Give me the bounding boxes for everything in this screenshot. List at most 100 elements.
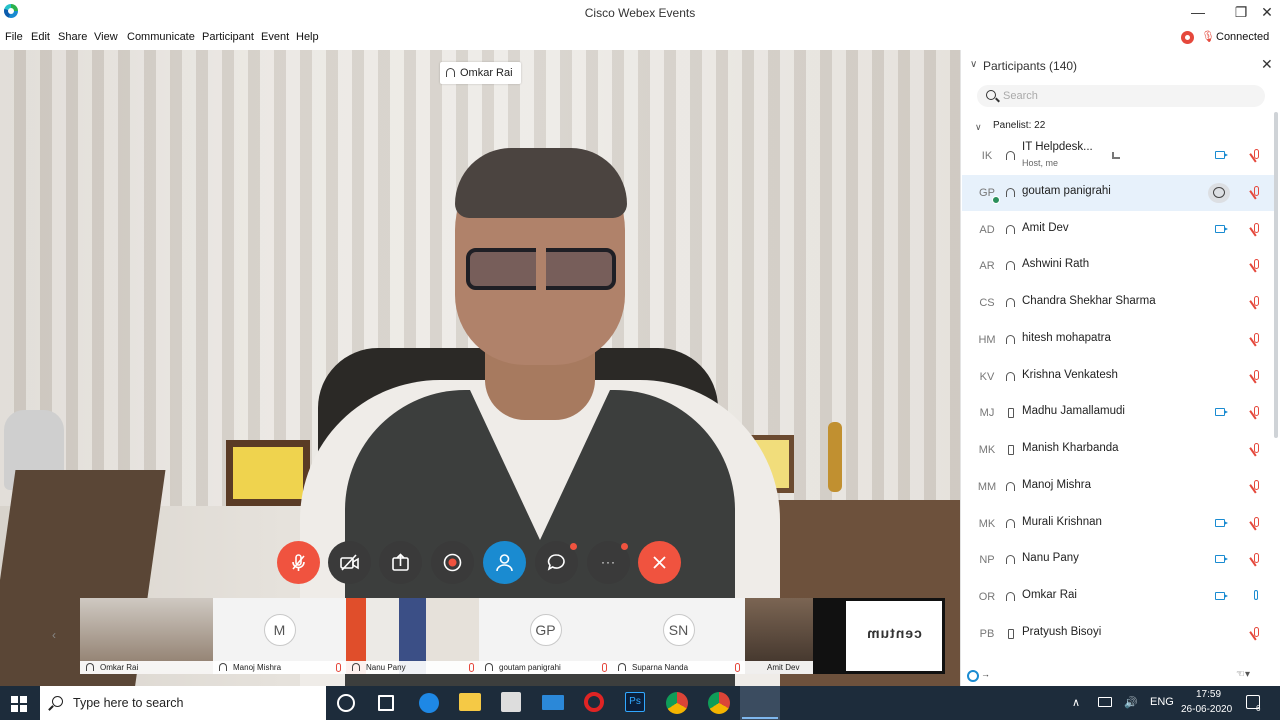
headset-icon <box>485 663 493 671</box>
filmstrip-tile-manoj[interactable]: M Manoj Mishra <box>213 598 346 674</box>
menu-help[interactable]: Help <box>296 31 319 43</box>
menu-share[interactable]: Share <box>58 31 87 43</box>
mic-muted-icon[interactable] <box>1254 332 1259 343</box>
video-button[interactable] <box>328 541 371 584</box>
video-camera-icon[interactable] <box>1215 592 1228 600</box>
mic-muted-icon[interactable] <box>1254 185 1259 196</box>
participant-row[interactable]: GP goutam panigrahi <box>962 174 1274 211</box>
video-camera-icon[interactable] <box>1215 408 1228 417</box>
opera-icon[interactable] <box>584 692 604 712</box>
mic-muted-icon[interactable] <box>1254 479 1259 490</box>
clock-date[interactable]: 26-06-2020 <box>1181 704 1232 715</box>
battery-icon[interactable] <box>1098 697 1112 707</box>
participant-row[interactable]: NP Nanu Pany <box>962 542 1274 578</box>
expand-arrow-icon[interactable]: → <box>981 669 990 679</box>
mic-muted-icon <box>735 663 740 672</box>
close-panel-button[interactable]: ✕ <box>1261 56 1273 73</box>
participants-button[interactable] <box>483 541 526 584</box>
group-chevron-icon[interactable]: ∨ <box>975 122 982 133</box>
record-button[interactable] <box>431 541 474 584</box>
participant-row[interactable]: OR Omkar Rai <box>962 579 1274 615</box>
mic-muted-icon[interactable] <box>1254 516 1259 527</box>
close-window-button[interactable]: ✕ <box>1252 2 1280 22</box>
menu-event[interactable]: Event <box>261 31 289 43</box>
search-box[interactable] <box>977 85 1265 107</box>
participant-row[interactable]: CS Chandra Shekhar Sharma <box>962 285 1274 321</box>
mic-muted-icon[interactable] <box>1254 443 1259 453</box>
mic-muted-icon[interactable] <box>1254 406 1259 417</box>
clock-time[interactable]: 17:59 <box>1196 689 1221 700</box>
scrollbar[interactable] <box>1274 112 1278 438</box>
share-button[interactable] <box>379 541 422 584</box>
participant-row[interactable]: MK Murali Krishnan <box>962 506 1274 542</box>
chrome-icon[interactable] <box>708 692 730 714</box>
minimize-button[interactable]: — <box>1183 2 1213 22</box>
menu-view[interactable]: View <box>94 31 118 43</box>
volume-icon[interactable]: 🔊 <box>1124 696 1138 709</box>
filmstrip-prev-arrow-icon[interactable]: ‹ <box>52 628 66 642</box>
taskbar-search-text: Type here to search <box>73 696 184 710</box>
raise-hand-icon[interactable]: ☜▾ <box>1236 669 1250 680</box>
video-camera-icon[interactable] <box>1215 151 1228 159</box>
mic-active-icon[interactable] <box>1254 590 1258 600</box>
video-camera-icon[interactable] <box>1215 224 1228 233</box>
avatar: CS <box>979 297 995 309</box>
video-camera-icon[interactable] <box>1215 555 1228 564</box>
filmstrip-tile-amit[interactable]: Amit Dev <box>745 598 813 674</box>
menu-participant[interactable]: Participant <box>202 31 254 43</box>
video-camera-icon[interactable] <box>1215 518 1228 527</box>
mic-muted-icon[interactable] <box>1254 149 1259 159</box>
recording-status-icon[interactable] <box>1181 31 1194 44</box>
search-input[interactable] <box>1003 88 1253 104</box>
mic-muted-icon[interactable] <box>1254 553 1259 564</box>
avatar: AR <box>979 260 995 273</box>
participant-row-partial[interactable] <box>962 653 1274 661</box>
participant-row[interactable]: AD Amit Dev <box>962 212 1274 248</box>
participant-row[interactable]: PB Pratyush Bisoyi <box>962 616 1274 652</box>
mic-muted-icon[interactable] <box>1254 259 1259 270</box>
webex-assistant-icon[interactable] <box>967 670 979 682</box>
taskbar-search-box[interactable]: Type here to search <box>40 686 326 720</box>
store-icon[interactable] <box>501 692 521 712</box>
mail-icon[interactable] <box>542 695 564 710</box>
mic-muted-icon[interactable] <box>1254 222 1259 233</box>
active-speaker-video <box>0 50 960 686</box>
show-hidden-icons[interactable]: ∧ <box>1072 696 1080 709</box>
windows-start-button[interactable] <box>11 696 27 712</box>
participant-name: Nanu Pany <box>1022 552 1079 565</box>
filmstrip-tile-dark[interactable] <box>813 598 843 674</box>
task-view-icon[interactable] <box>378 695 394 711</box>
menu-communicate[interactable]: Communicate <box>127 31 195 43</box>
participant-row[interactable]: MK Manish Kharbanda <box>962 432 1274 468</box>
participant-row[interactable]: KV Krishna Venkatesh <box>962 359 1274 395</box>
panelist-group-label[interactable]: Panelist: 22 <box>993 120 1045 131</box>
mic-muted-icon[interactable] <box>1254 296 1259 306</box>
chat-icon[interactable] <box>1208 182 1230 203</box>
award-plaque <box>226 440 310 506</box>
filmstrip-tile-logo[interactable]: centum <box>843 598 945 674</box>
collapse-chevron-icon[interactable]: ∨ <box>970 59 977 70</box>
filmstrip-tile-omkar[interactable]: Omkar Rai <box>80 598 213 674</box>
filmstrip-tile-nanu[interactable]: Nanu Pany <box>346 598 479 674</box>
participant-row[interactable]: MM Manoj Mishra <box>962 469 1274 505</box>
mic-muted-icon[interactable] <box>1254 369 1259 380</box>
mic-muted-icon[interactable] <box>1254 626 1259 637</box>
participant-row[interactable]: MJ Madhu Jamallamudi <box>962 395 1274 431</box>
filmstrip-tile-suparna[interactable]: SN Suparna Nanda <box>612 598 745 674</box>
participant-row[interactable]: AR Ashwini Rath <box>962 248 1274 284</box>
menu-edit[interactable]: Edit <box>31 31 50 43</box>
cortana-icon[interactable] <box>337 694 355 712</box>
menu-file[interactable]: File <box>5 31 23 43</box>
file-explorer-icon[interactable] <box>459 693 481 711</box>
leave-button[interactable] <box>638 541 681 584</box>
participant-row[interactable]: HM hitesh mohapatra <box>962 322 1274 358</box>
edge-icon[interactable] <box>419 693 439 713</box>
mute-button[interactable] <box>277 541 320 584</box>
input-language[interactable]: ENG <box>1150 696 1174 708</box>
filmstrip-tile-goutam[interactable]: GP goutam panigrahi <box>479 598 612 674</box>
photoshop-icon[interactable]: Ps <box>625 692 645 712</box>
headset-icon <box>1006 151 1015 160</box>
chrome-icon[interactable] <box>666 692 688 714</box>
avatar: M <box>263 614 296 646</box>
participant-row[interactable]: IK IT Helpdesk... Host, me <box>962 138 1274 174</box>
